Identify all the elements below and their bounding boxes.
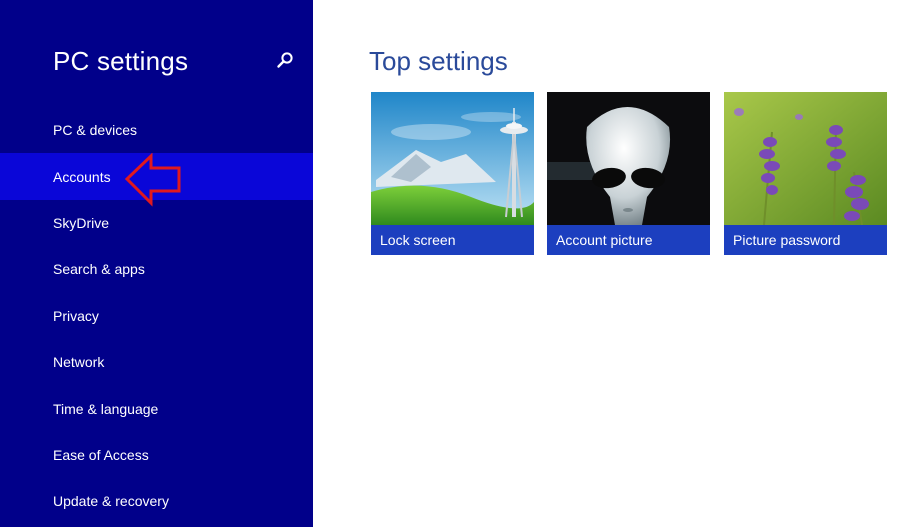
tile-picture-password[interactable]: Picture password bbox=[724, 92, 887, 255]
main-content: Top settings Lock screen Account picture… bbox=[313, 0, 903, 527]
account-picture-image bbox=[547, 92, 710, 225]
sidebar-item-label: Ease of Access bbox=[53, 446, 149, 463]
sidebar-item-label: Privacy bbox=[53, 307, 99, 324]
sidebar-item-search-apps[interactable]: Search & apps bbox=[0, 246, 313, 292]
tile-label: Picture password bbox=[724, 225, 887, 255]
sidebar-item-label: Accounts bbox=[53, 168, 111, 185]
lock-screen-image bbox=[371, 92, 534, 225]
sidebar-item-privacy[interactable]: Privacy bbox=[0, 293, 313, 339]
tile-label: Lock screen bbox=[371, 225, 534, 255]
sidebar-item-ease-of-access[interactable]: Ease of Access bbox=[0, 432, 313, 478]
sidebar-item-label: Network bbox=[53, 354, 105, 371]
search-icon[interactable] bbox=[276, 51, 294, 69]
page-title: Top settings bbox=[369, 46, 508, 76]
sidebar-item-label: PC & devices bbox=[53, 122, 138, 139]
tile-label: Account picture bbox=[547, 225, 710, 255]
sidebar-item-label: Time & language bbox=[53, 400, 159, 417]
sidebar: PC settings PC & devices Accounts SkyDri… bbox=[0, 0, 313, 527]
tile-account-picture[interactable]: Account picture bbox=[547, 92, 710, 255]
sidebar-item-label: SkyDrive bbox=[53, 214, 110, 231]
picture-password-image bbox=[724, 92, 887, 225]
sidebar-item-update-recovery[interactable]: Update & recovery bbox=[0, 478, 313, 524]
red-arrow-icon bbox=[124, 153, 181, 207]
pc-settings-window: PC settings PC & devices Accounts SkyDri… bbox=[0, 0, 903, 527]
sidebar-item-pc-devices[interactable]: PC & devices bbox=[0, 107, 313, 153]
sidebar-item-time-language[interactable]: Time & language bbox=[0, 385, 313, 431]
sidebar-item-label: Update & recovery bbox=[53, 493, 169, 510]
sidebar-item-network[interactable]: Network bbox=[0, 339, 313, 385]
sidebar-title: PC settings bbox=[53, 46, 189, 76]
sidebar-item-label: Search & apps bbox=[53, 261, 145, 278]
tile-lock-screen[interactable]: Lock screen bbox=[371, 92, 534, 255]
